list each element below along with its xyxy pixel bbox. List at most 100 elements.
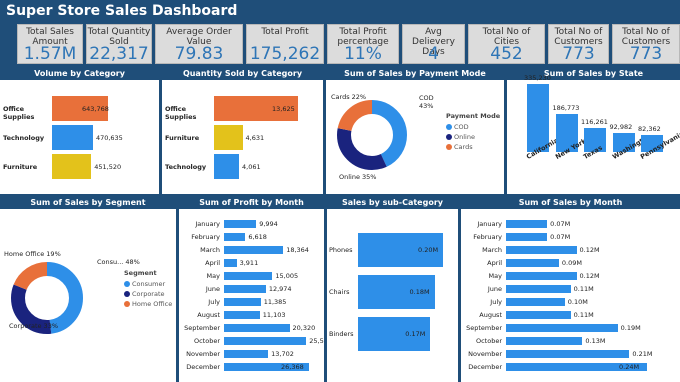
header: Super Store Sales Dashboard xyxy=(0,0,680,23)
legend-dot xyxy=(124,301,130,307)
subcategory-label: Phones xyxy=(329,246,353,254)
legend-text: Corporate xyxy=(132,290,165,298)
month-label: September xyxy=(466,324,502,332)
data-label: 82,362 xyxy=(638,125,661,134)
slice-label: Home Office 19% xyxy=(4,250,61,258)
kpi-card[interactable]: Total Quantity Sold 22,317 xyxy=(86,24,152,64)
legend-item: Home Office xyxy=(124,300,172,308)
month-bar xyxy=(224,233,246,241)
month-bar xyxy=(506,285,571,293)
month-bar xyxy=(506,259,559,267)
data-label: 0.11M xyxy=(573,311,594,319)
month-label: March xyxy=(200,246,220,254)
data-label: 116,261 xyxy=(581,118,608,127)
kpi-value: 4 xyxy=(428,44,439,64)
subcategory-label: Binders xyxy=(329,330,354,338)
slice-label: COD 43% xyxy=(419,94,434,110)
kpi-card[interactable]: Total No of Customers 773 xyxy=(612,24,680,64)
data-label: 335,230 xyxy=(524,74,551,82)
month-label: November xyxy=(186,350,220,358)
month-label: February xyxy=(473,233,502,241)
month-label: July xyxy=(490,298,502,306)
month-label: June xyxy=(487,285,502,293)
month-bar xyxy=(506,233,548,241)
sales-by-month-chart[interactable]: Sum of Sales by Month January 0.07M Februa… xyxy=(461,196,680,382)
legend-text: Online xyxy=(454,133,475,141)
data-label: 0.19M xyxy=(620,324,641,332)
data-label: 0.21M xyxy=(632,350,653,358)
month-label: April xyxy=(487,259,502,267)
kpi-value: 1.57M xyxy=(23,44,77,64)
data-label: 470,635 xyxy=(95,133,123,142)
month-label: February xyxy=(191,233,220,241)
data-label: 0.11M xyxy=(573,285,594,293)
month-label: October xyxy=(475,337,502,345)
subcategory-label: Chairs xyxy=(329,288,350,296)
month-bar xyxy=(224,272,273,280)
month-bar xyxy=(224,350,269,358)
data-label: 15,005 xyxy=(275,272,299,280)
kpi-card[interactable]: Total No of Customers 773 xyxy=(548,24,609,64)
month-bar xyxy=(506,311,571,319)
slice-label: Online 35% xyxy=(339,173,377,181)
month-bar xyxy=(506,272,577,280)
data-label: 25,518 xyxy=(309,337,324,345)
month-bar xyxy=(506,324,618,332)
month-label: October xyxy=(193,337,220,345)
data-label: 0.17M xyxy=(405,330,426,338)
kpi-card[interactable]: Total Profit percentage 11% xyxy=(327,24,399,64)
data-label: 92,982 xyxy=(609,123,633,132)
month-bar xyxy=(506,298,565,306)
kpi-card[interactable]: Average Order Value 79.83 xyxy=(155,24,243,64)
legend-dot xyxy=(446,144,452,150)
kpi-card[interactable]: Total No of Cities 452 xyxy=(468,24,545,64)
volume-by-category-chart[interactable]: Volume by Category Office Supplies 643,76… xyxy=(0,67,159,194)
legend-dot xyxy=(124,281,130,287)
month-label: November xyxy=(468,350,502,358)
page-title: Super Store Sales Dashboard xyxy=(6,3,238,19)
chart-title: Volume by Category xyxy=(0,67,159,80)
month-label: December xyxy=(468,363,502,371)
kpi-card[interactable]: Total Sales Amount 1.57M xyxy=(17,24,83,64)
data-label: 20,320 xyxy=(292,324,316,332)
month-label: May xyxy=(206,272,220,280)
category-label: Office Supplies xyxy=(165,104,197,121)
month-bar xyxy=(224,298,261,306)
kpi-value: 773 xyxy=(629,44,663,64)
legend-item: Consumer xyxy=(124,280,165,288)
sales-by-state-chart[interactable]: Sum of Sales by State 335,230 California 1… xyxy=(507,67,680,194)
data-label: 11,385 xyxy=(263,298,287,306)
category-bar xyxy=(214,125,243,150)
sales-by-payment-mode-chart[interactable]: Sum of Sales by Payment Mode Payment Mod… xyxy=(326,67,504,194)
sales-by-segment-chart[interactable]: Sum of Sales by Segment Segment Consumer C… xyxy=(0,196,176,382)
legend-text: Cards xyxy=(454,143,473,151)
legend-item: Cards xyxy=(446,143,473,151)
category-label: Technology xyxy=(3,133,45,142)
legend-item: Online xyxy=(446,133,475,141)
sales-by-subcategory-chart[interactable]: Sales by sub-Category Phones 0.20M Chairs 0… xyxy=(327,196,458,382)
data-label: 6,618 xyxy=(248,233,267,241)
kpi-card[interactable]: Total Profit 175,262 xyxy=(246,24,324,64)
profit-by-month-chart[interactable]: Sum of Profit by Month January 9,994 Febru… xyxy=(179,196,324,382)
data-label: 0.18M xyxy=(409,288,430,296)
category-label: Technology xyxy=(165,162,207,171)
data-label: 451,520 xyxy=(94,162,122,171)
quantity-by-category-chart[interactable]: Quantity Sold by Category Office Supplie… xyxy=(162,67,323,194)
kpi-card[interactable]: Avg Delievery Days 4 xyxy=(402,24,465,64)
legend-item: COD xyxy=(446,123,469,131)
month-label: April xyxy=(205,259,220,267)
legend-text: Consumer xyxy=(132,280,166,288)
month-bar xyxy=(506,246,577,254)
month-label: September xyxy=(184,324,220,332)
category-bar xyxy=(52,125,93,150)
data-label: 0.07M xyxy=(550,220,571,228)
month-label: June xyxy=(205,285,220,293)
donut-svg xyxy=(11,262,83,334)
data-label: 186,773 xyxy=(552,104,580,113)
month-label: July xyxy=(208,298,220,306)
slice-label: Corporate 33% xyxy=(9,322,59,330)
month-bar xyxy=(224,311,260,319)
category-bar xyxy=(52,154,92,179)
data-label: 0.12M xyxy=(579,246,600,254)
legend-text: Home Office xyxy=(132,300,173,308)
